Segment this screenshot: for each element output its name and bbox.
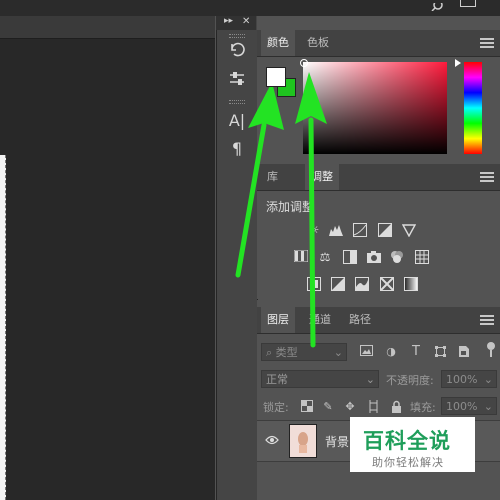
arrow-to-color-field: [295, 72, 327, 348]
foreground-color-swatch[interactable]: [266, 67, 286, 87]
arrow-to-color-swatch: [235, 82, 284, 278]
annotation-arrows: [235, 72, 327, 348]
